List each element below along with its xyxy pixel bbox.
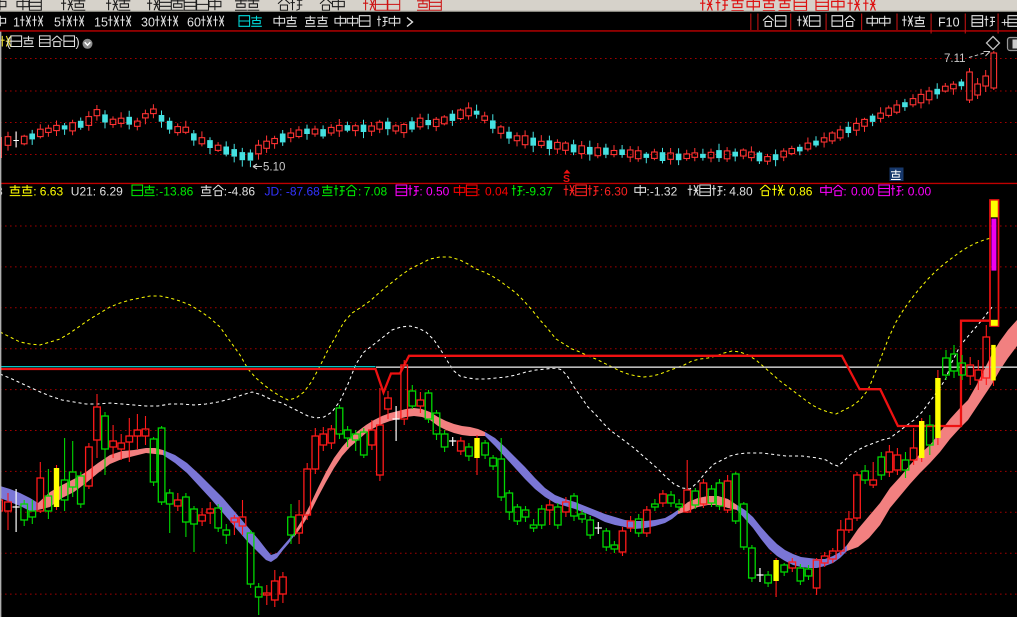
svg-text:0.50: 0.50 — [426, 185, 450, 199]
svg-text::: : — [782, 185, 785, 199]
svg-text::: : — [843, 185, 846, 199]
svg-text:15: 15 — [94, 15, 108, 29]
svg-text:-13.86: -13.86 — [159, 185, 193, 199]
svg-text:0.00: 0.00 — [851, 185, 875, 199]
svg-text::: : — [224, 185, 227, 199]
svg-text::: : — [33, 185, 36, 199]
svg-text::: : — [419, 185, 422, 199]
svg-text:0.86: 0.86 — [789, 185, 813, 199]
svg-text:U21: 6.29: U21: 6.29 — [71, 185, 123, 199]
svg-text:6.63: 6.63 — [40, 185, 64, 199]
svg-text:4.80: 4.80 — [729, 185, 753, 199]
svg-text:+: + — [1001, 15, 1008, 29]
svg-text:6.30: 6.30 — [604, 185, 628, 199]
svg-text:5.10: 5.10 — [263, 162, 285, 174]
svg-text:30: 30 — [141, 15, 155, 29]
svg-text:5: 5 — [54, 15, 61, 29]
svg-text:7.08: 7.08 — [364, 185, 388, 199]
svg-text::: : — [155, 185, 158, 199]
svg-text::: : — [600, 185, 603, 199]
svg-text::: : — [723, 185, 726, 199]
svg-text:7.11: 7.11 — [944, 53, 966, 65]
svg-text::: : — [901, 185, 904, 199]
svg-text:JD: -87.68: JD: -87.68 — [265, 185, 321, 199]
svg-text:F10: F10 — [938, 15, 960, 29]
svg-text:-9.37: -9.37 — [525, 185, 553, 199]
svg-text:60: 60 — [187, 15, 201, 29]
svg-text::: : — [358, 185, 361, 199]
svg-text:-4.86: -4.86 — [228, 185, 256, 199]
svg-text:0.04: 0.04 — [485, 185, 509, 199]
svg-text:-1.32: -1.32 — [650, 185, 678, 199]
svg-text:0.00: 0.00 — [908, 185, 932, 199]
svg-text:): ) — [76, 36, 80, 50]
svg-text::: : — [477, 185, 480, 199]
svg-text:1: 1 — [13, 15, 20, 29]
